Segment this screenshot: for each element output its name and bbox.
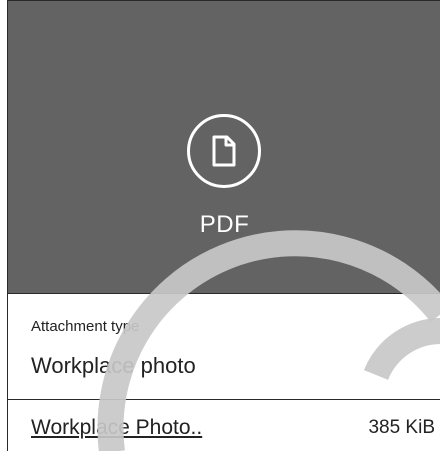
attachment-preview[interactable]: PDF [8,1,440,294]
file-name-link[interactable]: Workplace Photo.. [31,416,202,440]
file-size: 385 KiB [368,417,435,438]
attachment-type-value: Workplace photo [31,353,196,378]
attachment-type-section: Attachment type Workplace photo [8,294,440,400]
file-row: Workplace Photo.. 385 KiB [8,400,440,451]
file-icon [187,114,261,188]
attachment-card: PDF Attachment type Workplace photo Work… [7,0,440,451]
file-type-label: PDF [199,211,250,238]
attachment-type-label: Attachment type [31,318,140,335]
